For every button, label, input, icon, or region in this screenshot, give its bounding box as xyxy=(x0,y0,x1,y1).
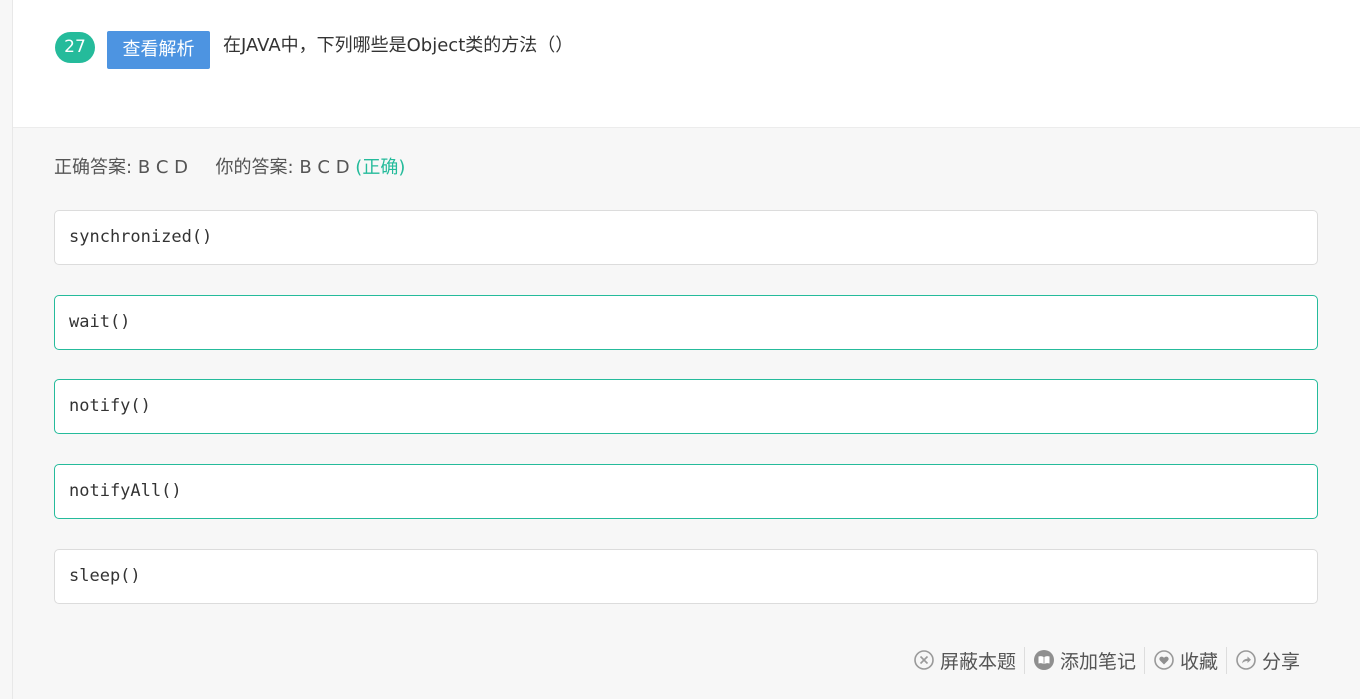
option-notifyall[interactable]: notifyAll() xyxy=(54,464,1318,519)
share-label: 分享 xyxy=(1262,650,1301,673)
add-note-label: 添加笔记 xyxy=(1060,650,1137,673)
answer-summary: 正确答案: B C D 你的答案: B C D (正确) xyxy=(54,154,405,182)
correct-answer-label: 正确答案: xyxy=(54,157,133,178)
hide-question-button[interactable]: 屏蔽本题 xyxy=(914,647,1024,674)
view-analysis-button[interactable]: 查看解析 xyxy=(107,31,210,69)
heart-icon xyxy=(1154,650,1174,670)
favorite-button[interactable]: 收藏 xyxy=(1144,646,1226,674)
add-note-button[interactable]: 添加笔记 xyxy=(1024,646,1144,674)
option-synchronized[interactable]: synchronized() xyxy=(54,210,1318,265)
share-icon xyxy=(1236,650,1256,670)
your-answer-value: B C D xyxy=(299,157,350,178)
option-notify[interactable]: notify() xyxy=(54,379,1318,434)
favorite-label: 收藏 xyxy=(1180,650,1219,673)
answer-status: (正确) xyxy=(355,157,406,178)
share-button[interactable]: 分享 xyxy=(1226,646,1308,674)
book-icon xyxy=(1034,650,1055,670)
close-circle-icon xyxy=(914,650,934,670)
question-actions: 屏蔽本题 添加笔记 收藏 分享 xyxy=(914,643,1308,677)
option-wait[interactable]: wait() xyxy=(54,295,1318,350)
your-answer-label: 你的答案: xyxy=(215,157,294,178)
question-number-badge: 27 xyxy=(55,32,95,63)
correct-answer-value: B C D xyxy=(137,157,189,178)
hide-question-label: 屏蔽本题 xyxy=(940,650,1017,673)
question-text: 在JAVA中，下列哪些是Object类的方法（） xyxy=(223,35,574,56)
question-header: 27 查看解析 在JAVA中，下列哪些是Object类的方法（） xyxy=(13,0,1360,128)
option-sleep[interactable]: sleep() xyxy=(54,549,1318,604)
